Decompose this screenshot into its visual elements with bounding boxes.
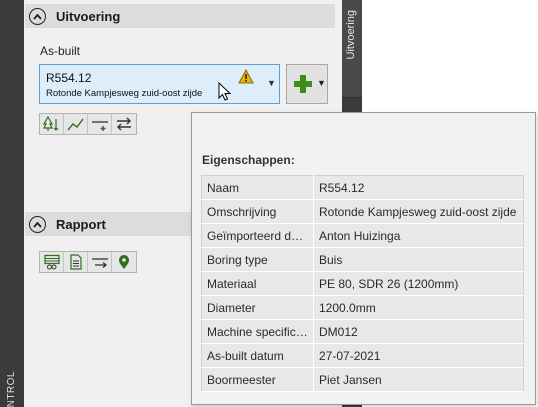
property-value: Buis — [313, 247, 524, 272]
property-key: Geïmporteerd door — [201, 223, 314, 248]
warning-icon — [238, 68, 254, 87]
property-key: Machine specifica... — [201, 319, 314, 344]
rapport-title: Rapport — [56, 216, 106, 232]
asbuilt-description: Rotonde Kampjesweg zuid-oost zijde — [46, 88, 203, 99]
arrow-line-icon[interactable] — [88, 252, 112, 272]
property-value: DM012 — [313, 319, 524, 344]
tab-uitvoering-label: Uitvoering — [345, 10, 357, 60]
property-row: Omschrijving Rotonde Kampjesweg zuid-oost… — [201, 199, 524, 224]
mouse-cursor-icon — [218, 81, 232, 105]
control-tab-label: NTROL — [6, 370, 17, 407]
uitvoering-toolbar — [39, 113, 137, 135]
property-value: R554.12 — [313, 175, 524, 200]
asbuilt-dropdown[interactable]: R554.12 Rotonde Kampjesweg zuid-oost zij… — [39, 64, 280, 104]
property-row: Machine specifica... DM012 — [201, 319, 524, 344]
properties-table: Naam R554.12 Omschrijving Rotonde Kampjeswe… — [201, 175, 524, 392]
profile-icon[interactable] — [64, 114, 88, 134]
properties-tooltip: Eigenschappen: Naam R554.12 Omschrijving Ro… — [191, 112, 536, 405]
plus-icon — [292, 71, 314, 100]
tree-icon[interactable] — [40, 114, 64, 134]
property-key: As-built datum — [201, 343, 314, 368]
property-row: Diameter 1200.0mm — [201, 295, 524, 320]
property-key: Omschrijving — [201, 199, 314, 224]
swap-icon[interactable] — [112, 114, 136, 134]
uitvoering-title: Uitvoering — [56, 8, 121, 24]
property-key: Naam — [201, 175, 314, 200]
collapse-up-icon[interactable] — [29, 215, 46, 233]
property-value: Anton Huizinga — [313, 223, 524, 248]
collapse-up-icon[interactable] — [29, 7, 46, 25]
property-key: Diameter — [201, 295, 314, 320]
property-row: Boormeester Piet Jansen — [201, 367, 524, 392]
property-row: Boring type Buis — [201, 247, 524, 272]
left-panel-strip — [0, 0, 24, 407]
document-icon[interactable] — [64, 252, 88, 272]
property-value: 27-07-2021 — [313, 343, 524, 368]
property-value: Rotonde Kampjesweg zuid-oost zijde — [313, 199, 524, 224]
asbuilt-name: R554.12 — [46, 71, 92, 85]
properties-title: Eigenschappen: — [202, 153, 295, 167]
property-row: Geïmporteerd door Anton Huizinga — [201, 223, 524, 248]
chevron-down-icon[interactable]: ▼ — [267, 78, 276, 88]
control-tab[interactable]: NTROL — [0, 368, 24, 407]
property-row: As-built datum 27-07-2021 — [201, 343, 524, 368]
table-icon[interactable] — [40, 252, 64, 272]
add-asbuilt-button[interactable]: ▼ — [286, 64, 328, 104]
uitvoering-section-header[interactable]: Uitvoering — [25, 4, 335, 28]
chevron-down-icon[interactable]: ▼ — [317, 78, 326, 88]
rapport-toolbar — [39, 251, 137, 273]
property-key: Materiaal — [201, 271, 314, 296]
location-pin-icon[interactable] — [112, 252, 136, 272]
property-value: Piet Jansen — [313, 367, 524, 392]
property-key: Boormeester — [201, 367, 314, 392]
asbuilt-label: As-built — [40, 44, 81, 58]
property-key: Boring type — [201, 247, 314, 272]
insert-line-icon[interactable] — [88, 114, 112, 134]
property-row: Naam R554.12 — [201, 175, 524, 200]
property-value: 1200.0mm — [313, 295, 524, 320]
property-value: PE 80, SDR 26 (1200mm) — [313, 271, 524, 296]
tab-uitvoering[interactable]: Uitvoering — [342, 0, 362, 98]
property-row: Materiaal PE 80, SDR 26 (1200mm) — [201, 271, 524, 296]
